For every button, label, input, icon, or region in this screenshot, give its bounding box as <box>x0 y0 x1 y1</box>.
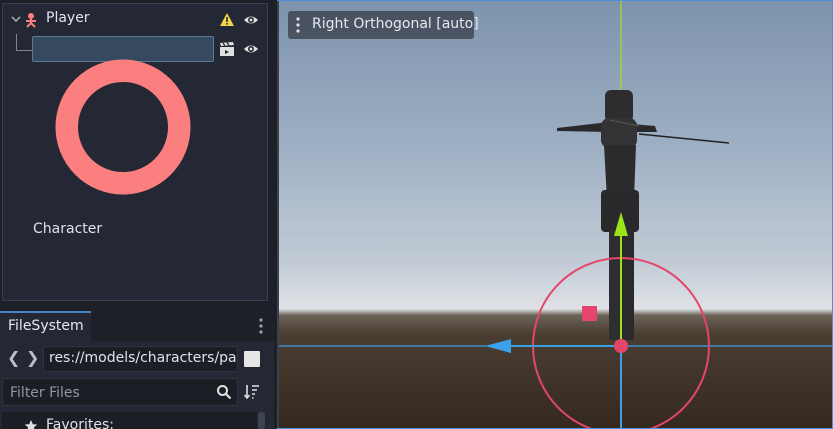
dock-menu-icon[interactable] <box>255 316 267 336</box>
path-field[interactable]: res://models/characters/pal <box>43 346 238 372</box>
star-icon <box>24 420 38 429</box>
filter-files-input[interactable] <box>8 382 212 404</box>
warning-icon[interactable] <box>219 12 235 28</box>
node3d-icon <box>55 59 191 195</box>
nav-back-icon[interactable]: ❮ <box>7 349 20 367</box>
filesystem-tabbar: FileSystem <box>0 309 274 341</box>
chevron-down-icon[interactable] <box>9 12 23 26</box>
split-view-button[interactable] <box>244 351 260 367</box>
filesystem-scrollbar[interactable] <box>258 412 265 429</box>
tree-label-character: Character <box>33 221 103 237</box>
clapperboard-icon[interactable] <box>219 41 235 57</box>
view-label: Right Orthogonal [auto] <box>312 16 479 32</box>
tab-filesystem[interactable]: FileSystem <box>0 311 91 341</box>
tree-guide-horizontal <box>16 50 32 51</box>
tree-row-character[interactable]: Character <box>32 36 214 237</box>
path-field-value: res://models/characters/pal <box>49 350 238 366</box>
tree-label-player: Player <box>46 10 90 26</box>
3d-viewport[interactable] <box>277 0 833 429</box>
favorites-label: Favorites: <box>46 417 114 429</box>
plane-handle <box>582 306 597 321</box>
eye-icon[interactable] <box>243 12 259 28</box>
search-icon[interactable] <box>216 384 232 400</box>
tab-filesystem-label: FileSystem <box>8 318 84 334</box>
armored-character-model <box>557 90 730 340</box>
view-menu-button[interactable]: Right Orthogonal [auto] <box>288 11 479 39</box>
sort-icon[interactable] <box>243 383 261 401</box>
gizmo-center <box>614 339 628 353</box>
nav-forward-icon[interactable]: ❯ <box>26 349 39 367</box>
scene-tree-panel: Player Character <box>2 3 268 301</box>
tree-guide-vertical <box>16 34 17 50</box>
eye-icon[interactable] <box>243 41 259 57</box>
z-axis-arrow <box>485 339 511 353</box>
tree-row-player[interactable]: Player <box>3 7 267 33</box>
left-dock: Player Character FileSystem ❮ ❯ res://mo… <box>0 0 274 429</box>
skeleton-icon <box>26 13 36 28</box>
filter-files-field[interactable] <box>2 378 238 406</box>
kebab-menu-icon <box>296 17 300 33</box>
favorites-row[interactable]: Favorites: <box>2 412 257 429</box>
viewport-scene <box>279 0 833 429</box>
